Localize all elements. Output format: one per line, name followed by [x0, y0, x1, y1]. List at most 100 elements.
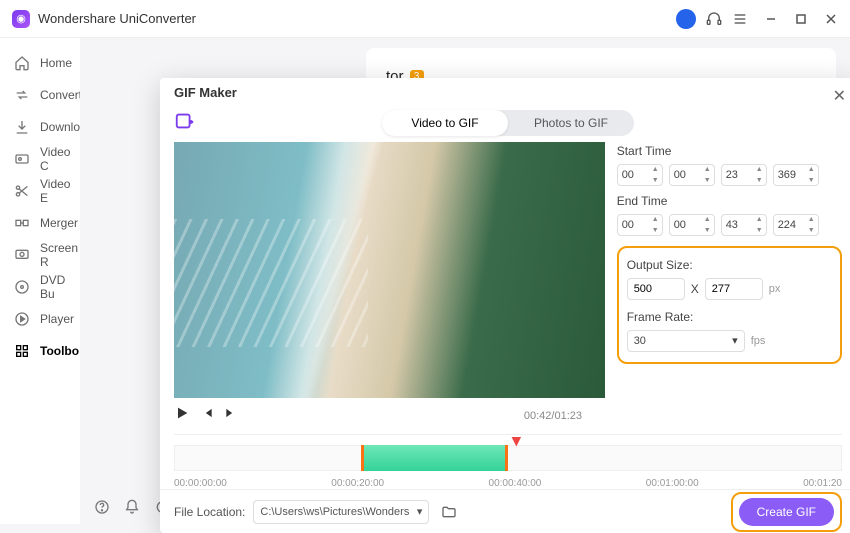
chevron-down-icon[interactable]: ▼ [808, 227, 815, 234]
playback-time: 00:42/01:23 [524, 410, 582, 422]
chevron-down-icon[interactable]: ▼ [756, 177, 763, 184]
minimize-button[interactable] [764, 12, 778, 26]
file-location-label: File Location: [174, 505, 245, 519]
timeline-tick: 00:00:20:00 [331, 478, 384, 489]
video-preview[interactable] [174, 142, 605, 398]
screen-icon [14, 247, 30, 263]
start-time-spin-2[interactable]: 23▲▼ [721, 164, 767, 186]
end-time-spin-0[interactable]: 00▲▼ [617, 214, 663, 236]
bell-icon[interactable] [124, 499, 140, 515]
sidebar-item-dvd[interactable]: DVD Bu [0, 272, 80, 302]
output-settings-group: Output Size: X px Frame Rate: 30▾ fps [617, 246, 842, 364]
sidebar-item-scissors[interactable]: Video E [0, 176, 80, 206]
user-avatar-icon[interactable] [676, 9, 696, 29]
timeline[interactable]: 00:00:00:00 00:00:20:00 00:00:40:00 00:01:0… [174, 434, 842, 490]
end-time-spin-1[interactable]: 00▲▼ [669, 214, 715, 236]
frame-rate-label: Frame Rate: [627, 310, 832, 324]
tab-photos-to-gif[interactable]: Photos to GIF [508, 110, 634, 136]
create-gif-button[interactable]: Create GIF [739, 498, 834, 526]
chevron-down-icon[interactable]: ▼ [652, 177, 659, 184]
chevron-up-icon[interactable]: ▲ [704, 216, 711, 223]
video-icon [14, 151, 30, 167]
sidebar-item-merge[interactable]: Merger [0, 208, 80, 238]
sidebar-item-play[interactable]: Player [0, 304, 80, 334]
chevron-down-icon[interactable]: ▼ [704, 177, 711, 184]
play-icon [14, 311, 30, 327]
frame-rate-select[interactable]: 30▾ [627, 330, 745, 352]
download-icon [14, 119, 30, 135]
chevron-up-icon[interactable]: ▲ [808, 166, 815, 173]
chevron-down-icon[interactable]: ▼ [704, 227, 711, 234]
chevron-down-icon: ▾ [732, 334, 738, 347]
start-time-spin-3[interactable]: 369▲▼ [773, 164, 819, 186]
close-icon[interactable]: ✕ [833, 86, 846, 106]
menu-icon[interactable] [732, 11, 748, 27]
timeline-tick: 00:00:40:00 [489, 478, 542, 489]
app-logo-icon: ◉ [12, 10, 30, 28]
chevron-down-icon[interactable]: ▼ [756, 227, 763, 234]
maximize-button[interactable] [794, 12, 808, 26]
sidebar-label: Video C [40, 145, 70, 173]
tab-video-to-gif[interactable]: Video to GIF [382, 110, 508, 136]
timeline-tick: 00:01:20 [803, 478, 842, 489]
add-media-icon[interactable] [174, 110, 196, 132]
sidebar-label: Convert [40, 88, 82, 102]
start-time-spin-1[interactable]: 00▲▼ [669, 164, 715, 186]
end-time-spin-3[interactable]: 224▲▼ [773, 214, 819, 236]
timeline-tick: 00:00:00:00 [174, 478, 227, 489]
chevron-up-icon[interactable]: ▲ [808, 216, 815, 223]
selection-range[interactable] [361, 445, 508, 471]
start-time-label: Start Time [617, 144, 842, 158]
play-icon[interactable] [174, 405, 190, 426]
sidebar-label: Screen R [40, 241, 78, 269]
end-time-spin-2[interactable]: 43▲▼ [721, 214, 767, 236]
merge-icon [14, 215, 30, 231]
grid-icon [14, 343, 30, 359]
sidebar-item-download[interactable]: Downloa [0, 112, 80, 142]
chevron-up-icon[interactable]: ▲ [652, 216, 659, 223]
next-frame-icon[interactable] [224, 406, 238, 425]
headset-icon[interactable] [706, 11, 722, 27]
chevron-down-icon[interactable]: ▼ [808, 177, 815, 184]
sidebar-item-convert[interactable]: Convert [0, 80, 80, 110]
chevron-up-icon[interactable]: ▲ [756, 166, 763, 173]
sidebar-label: Merger [40, 216, 78, 230]
help-icon[interactable] [94, 499, 110, 515]
x-separator: X [691, 282, 699, 296]
sidebar-label: Video E [40, 177, 70, 205]
fps-unit: fps [751, 335, 766, 347]
prev-frame-icon[interactable] [200, 406, 214, 425]
sidebar: Home Convert Downloa Video C Video E Merger Sc… [0, 38, 80, 524]
end-time-label: End Time [617, 194, 842, 208]
app-title: Wondershare UniConverter [38, 11, 676, 26]
sidebar-item-screen[interactable]: Screen R [0, 240, 80, 270]
output-size-label: Output Size: [627, 258, 832, 272]
chevron-up-icon[interactable]: ▲ [652, 166, 659, 173]
mode-tabs: Video to GIF Photos to GIF [382, 110, 634, 136]
output-height-input[interactable] [705, 278, 763, 300]
start-time-spin-0[interactable]: 00▲▼ [617, 164, 663, 186]
convert-icon [14, 87, 30, 103]
sidebar-label: DVD Bu [40, 273, 66, 301]
sidebar-item-grid[interactable]: Toolbo [0, 336, 80, 366]
scissors-icon [14, 183, 30, 199]
timeline-tick: 00:01:00:00 [646, 478, 699, 489]
create-gif-highlight: Create GIF [731, 492, 842, 532]
chevron-up-icon[interactable]: ▲ [756, 216, 763, 223]
browse-folder-icon[interactable] [437, 500, 461, 524]
titlebar: ◉ Wondershare UniConverter [0, 0, 850, 38]
px-unit: px [769, 283, 781, 295]
chevron-up-icon[interactable]: ▲ [704, 166, 711, 173]
file-location-input[interactable]: C:\Users\ws\Pictures\Wonders▾ [253, 500, 429, 524]
sidebar-label: Home [40, 56, 72, 70]
sidebar-item-video[interactable]: Video C [0, 144, 80, 174]
close-button[interactable] [824, 12, 838, 26]
chevron-down-icon[interactable]: ▼ [652, 227, 659, 234]
home-icon [14, 55, 30, 71]
sidebar-label: Player [40, 312, 74, 326]
dvd-icon [14, 279, 30, 295]
output-width-input[interactable] [627, 278, 685, 300]
sidebar-item-home[interactable]: Home [0, 48, 80, 78]
modal-title: GIF Maker [174, 85, 237, 100]
gif-maker-modal: GIF Maker ✕ Video to GIF Photos to GIF S… [160, 78, 850, 533]
